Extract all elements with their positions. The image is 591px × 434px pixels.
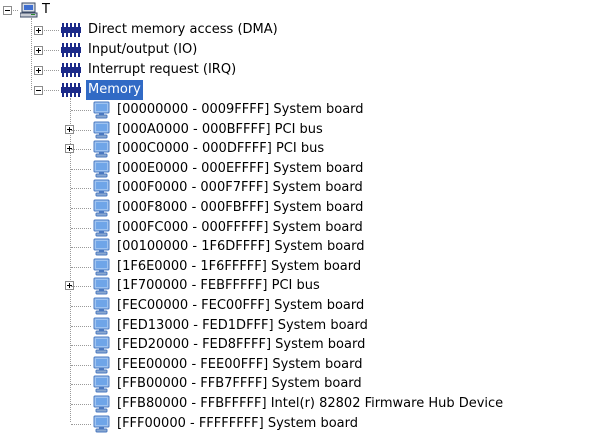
- memory-range-label: [00000000 - 0009FFFF] System board: [117, 102, 364, 117]
- memory-range-label: [000F0000 - 000F7FFF] System board: [117, 180, 363, 195]
- memory-range-label: [FED13000 - FED1DFFF] System board: [117, 318, 368, 333]
- root-node[interactable]: T: [42, 0, 50, 20]
- chip-icon: [61, 23, 81, 37]
- category-label-io: Input/output (IO): [88, 42, 198, 57]
- computer-icon: [20, 2, 38, 18]
- root-label: T: [42, 2, 50, 17]
- root-collapse-toggle[interactable]: [3, 6, 12, 15]
- category-label-memory: Memory: [86, 80, 143, 100]
- memory-range-label: [000C0000 - 000DFFFF] PCI bus: [117, 141, 325, 156]
- monitor-device-icon: [93, 395, 110, 413]
- monitor-device-icon: [93, 199, 110, 217]
- category-expand-toggle[interactable]: [34, 66, 43, 75]
- monitor-device-icon: [93, 336, 110, 354]
- category-label-irq: Interrupt request (IRQ): [88, 62, 237, 77]
- monitor-device-icon: [93, 121, 110, 139]
- category-expand-toggle[interactable]: [34, 46, 43, 55]
- monitor-device-icon: [93, 258, 110, 276]
- monitor-device-icon: [93, 219, 110, 237]
- memory-range-label: [000A0000 - 000BFFFF] PCI bus: [117, 122, 323, 137]
- category-label-dma: Direct memory access (DMA): [88, 22, 278, 37]
- monitor-device-icon: [93, 297, 110, 315]
- memory-range-label: [FFB00000 - FFB7FFFF] System board: [117, 376, 362, 391]
- monitor-device-icon: [93, 277, 110, 295]
- monitor-device-icon: [93, 179, 110, 197]
- monitor-device-icon: [93, 160, 110, 178]
- category-expand-toggle[interactable]: [34, 26, 43, 35]
- monitor-device-icon: [93, 415, 110, 433]
- memory-range-label: [FFF00000 - FFFFFFFF] System board: [117, 416, 358, 431]
- memory-range-label: [00100000 - 1F6DFFFF] System board: [117, 239, 365, 254]
- memory-range-label: [000FC000 - 000FFFFF] System board: [117, 220, 363, 235]
- chip-icon: [61, 43, 81, 57]
- memory-range-label: [1F700000 - FEBFFFFF] PCI bus: [117, 278, 320, 293]
- memory-range-label: [000F8000 - 000FBFFF] System board: [117, 200, 364, 215]
- monitor-device-icon: [93, 375, 110, 393]
- monitor-device-icon: [93, 356, 110, 374]
- category-collapse-toggle[interactable]: [34, 86, 43, 95]
- chip-icon: [61, 63, 81, 77]
- memory-range-label: [FEC00000 - FEC00FFF] System board: [117, 298, 365, 313]
- memory-range-label: [1F6E0000 - 1F6FFFFF] System board: [117, 259, 362, 274]
- chip-icon: [61, 83, 81, 97]
- memory-range-label: [FFB80000 - FFBFFFFF] Intel(r) 82802 Fir…: [117, 396, 504, 411]
- memory-range-label: [000E0000 - 000EFFFF] System board: [117, 161, 364, 176]
- monitor-device-icon: [93, 101, 110, 119]
- monitor-device-icon: [93, 238, 110, 256]
- monitor-device-icon: [93, 140, 110, 158]
- monitor-device-icon: [93, 317, 110, 335]
- memory-range-label: [FED20000 - FED8FFFF] System board: [117, 337, 366, 352]
- memory-range-label: [FEE00000 - FEE00FFF] System board: [117, 357, 363, 372]
